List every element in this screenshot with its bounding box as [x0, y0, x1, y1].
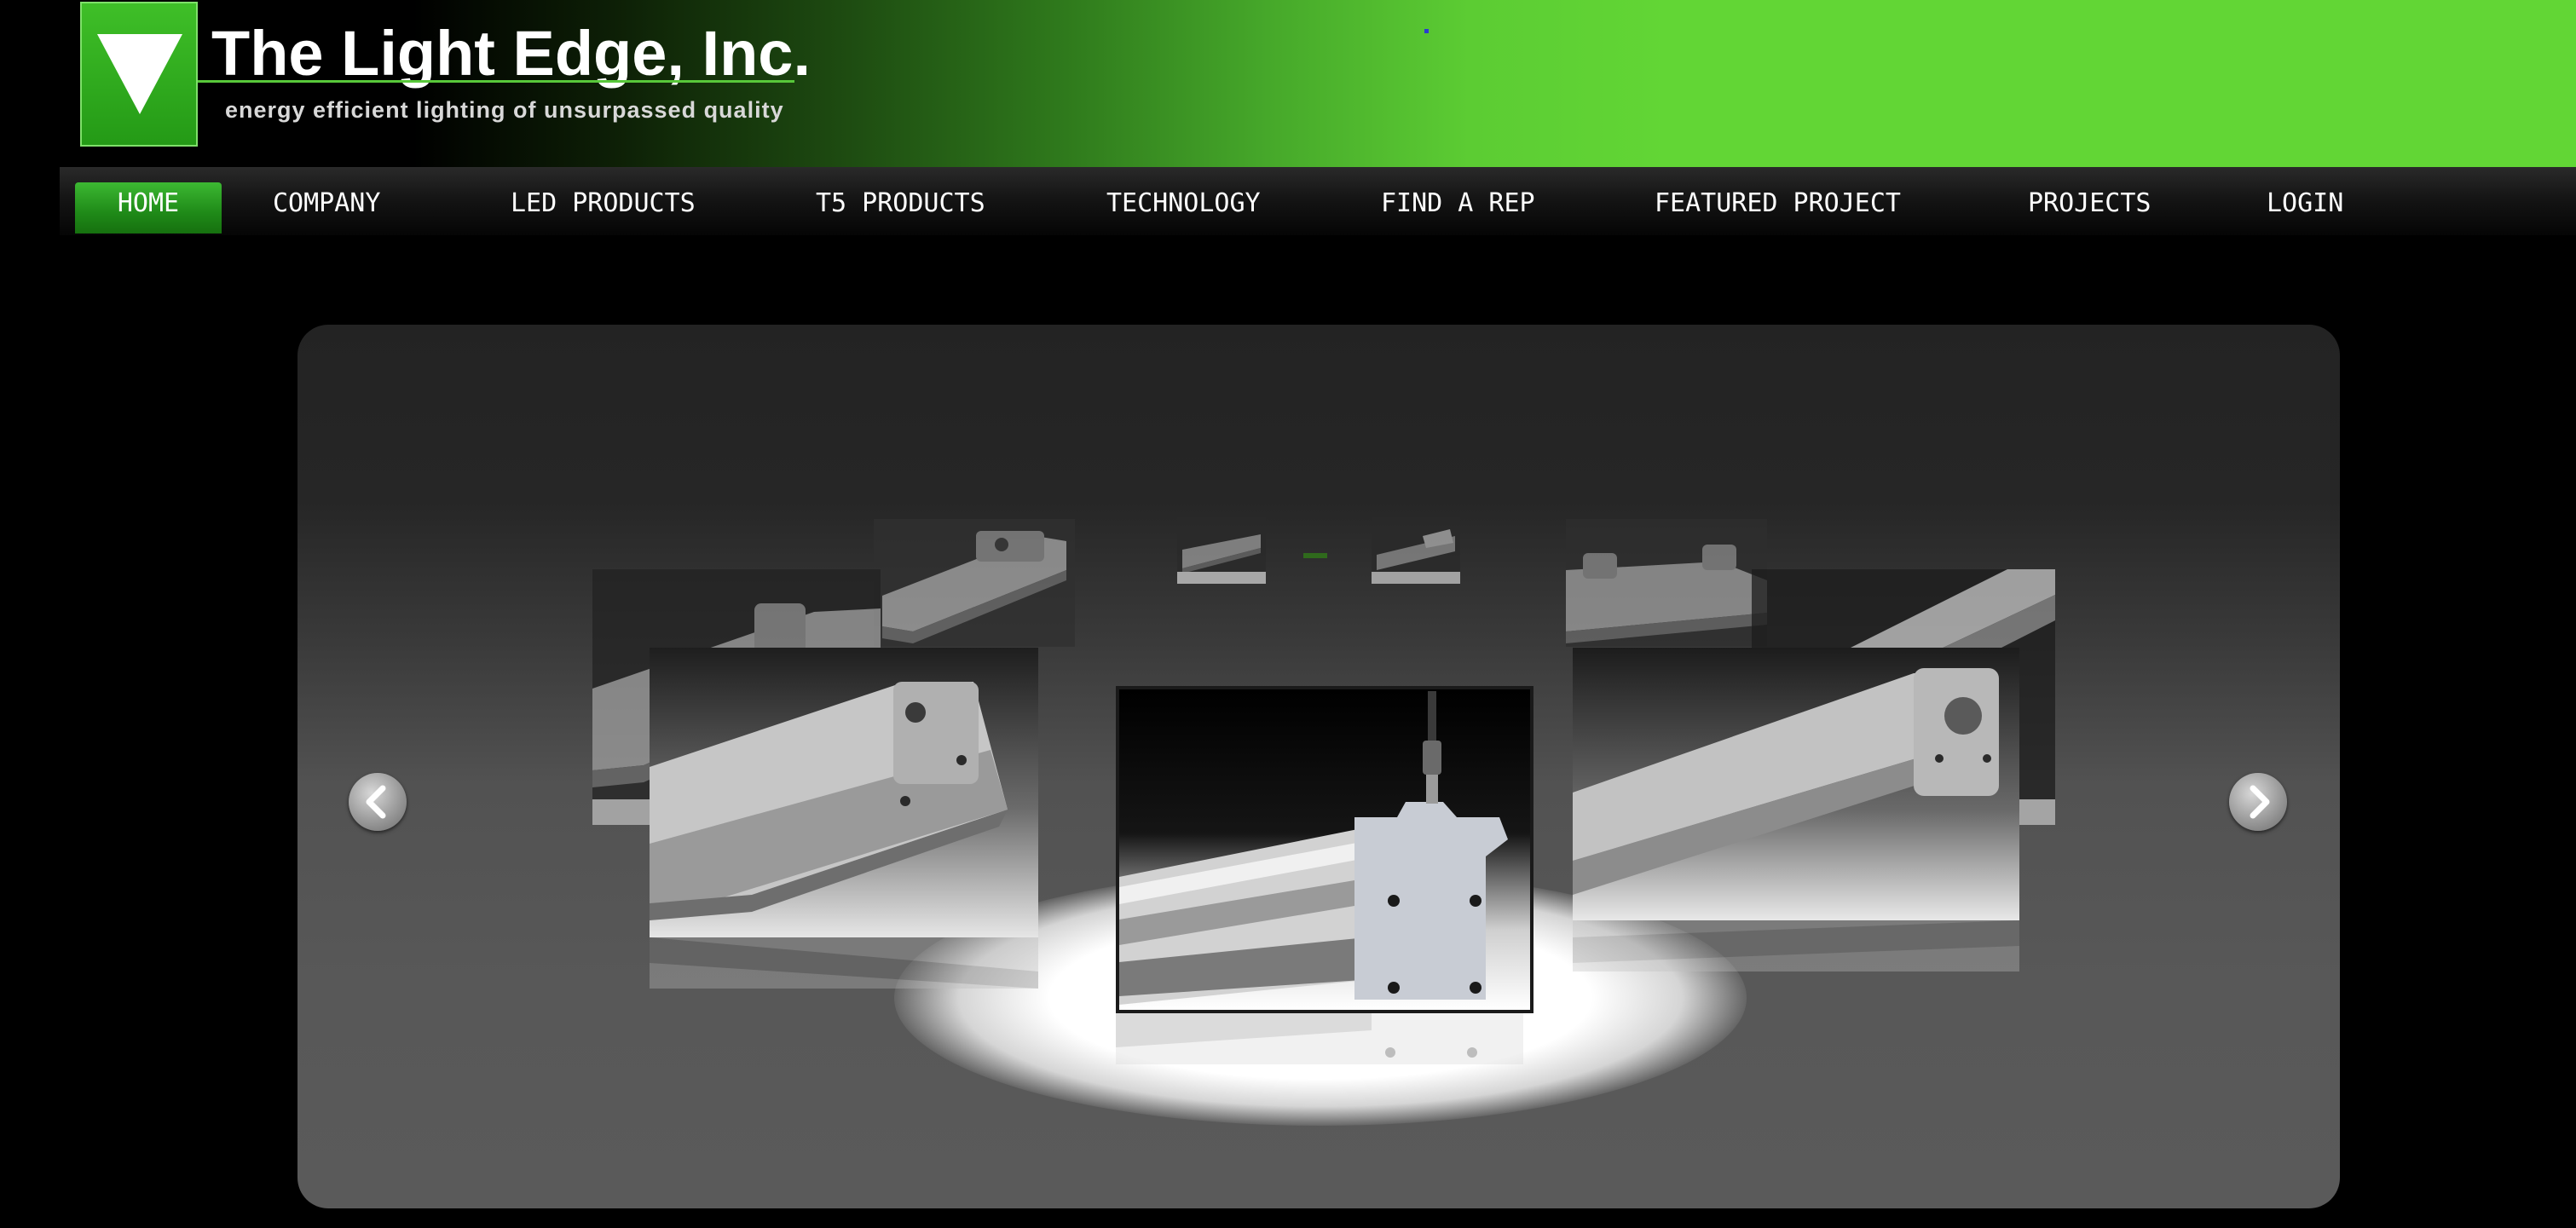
carousel-slide[interactable] [874, 519, 1075, 647]
nav-t5-products[interactable]: T5 PRODUCTS [816, 182, 985, 233]
carousel-slide-active[interactable] [1116, 686, 1533, 1013]
banner-dot [1424, 29, 1429, 33]
carousel-slide[interactable] [650, 648, 1038, 937]
carousel-indicator [1303, 553, 1327, 558]
logo-icon[interactable] [80, 2, 198, 147]
triangle-down-logo-icon [97, 34, 182, 114]
nav-led-products[interactable]: LED PRODUCTS [511, 182, 696, 233]
nav-login[interactable]: LOGIN [2267, 182, 2343, 233]
nav-projects[interactable]: PROJECTS [2028, 182, 2151, 233]
carousel-slide[interactable] [1372, 517, 1460, 584]
product-carousel [297, 325, 2340, 1208]
nav-home[interactable]: HOME [75, 182, 222, 233]
carousel-prev-button[interactable] [349, 773, 407, 831]
main-nav: HOME COMPANY LED PRODUCTS T5 PRODUCTS TE… [60, 167, 2576, 235]
nav-find-a-rep[interactable]: FIND A REP [1381, 182, 1535, 233]
carousel-slide[interactable] [1566, 519, 1767, 647]
chevron-right-icon [2250, 785, 2270, 819]
chevron-left-icon [366, 785, 386, 819]
nav-featured-project[interactable]: FEATURED PROJECT [1655, 182, 1901, 233]
slide-reflection [650, 937, 1038, 989]
page: The Light Edge, Inc. energy efficient li… [0, 0, 2576, 1228]
slide-reflection [1573, 920, 2019, 971]
nav-technology[interactable]: TECHNOLOGY [1106, 182, 1261, 233]
logo-underline [198, 80, 794, 83]
nav-company[interactable]: COMPANY [273, 182, 380, 233]
carousel-next-button[interactable] [2229, 773, 2287, 831]
slide-reflection [1116, 1013, 1523, 1064]
logo-tagline: energy efficient lighting of unsurpassed… [225, 97, 784, 123]
carousel-slide[interactable] [1573, 648, 2019, 920]
carousel-slide[interactable] [1177, 517, 1266, 584]
